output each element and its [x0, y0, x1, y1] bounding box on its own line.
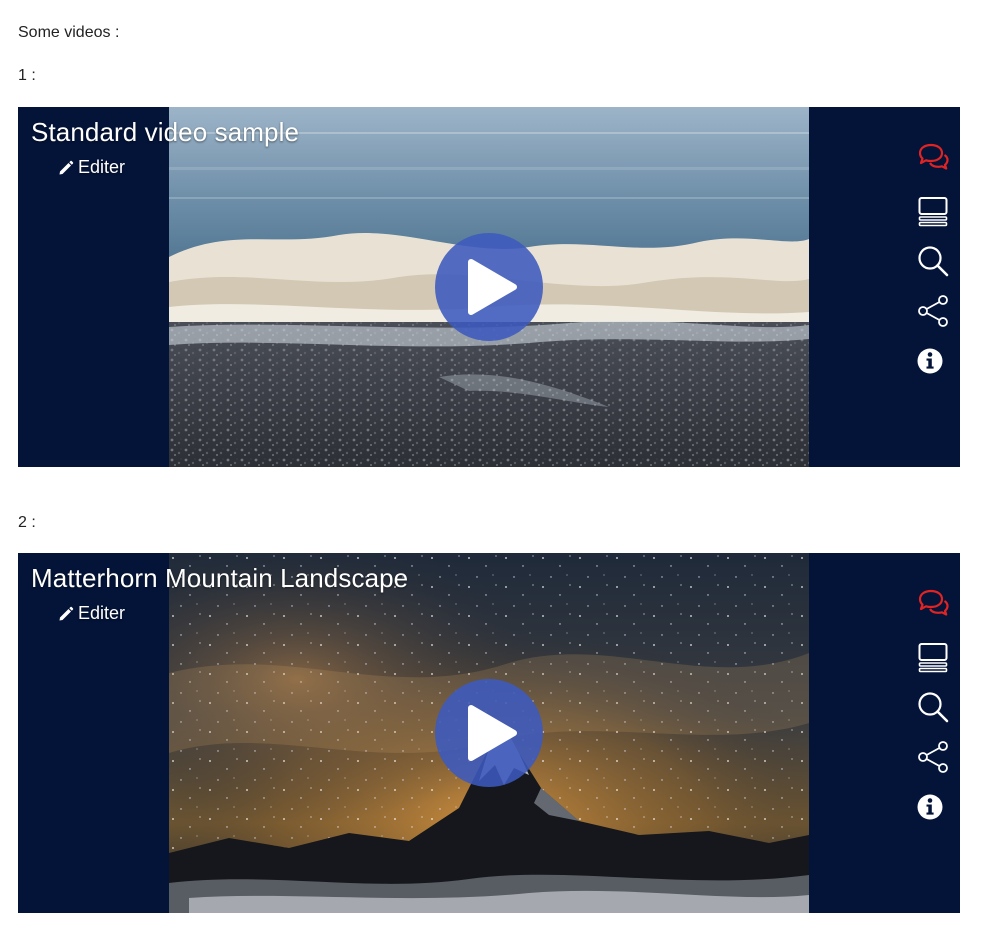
play-icon	[468, 259, 517, 315]
pencil-icon	[59, 160, 74, 174]
comments-icon	[918, 589, 949, 616]
edit-label: Editer	[78, 603, 126, 623]
video-index-label: 1 :	[18, 67, 36, 84]
intro-text: Some videos :	[18, 24, 120, 41]
video-title: Matterhorn Mountain Landscape	[31, 563, 409, 593]
chapters-icon	[918, 643, 948, 673]
play-button[interactable]	[435, 679, 543, 787]
search-button[interactable]	[916, 690, 950, 724]
play-icon	[468, 705, 517, 761]
share-icon	[918, 741, 948, 773]
info-button[interactable]	[916, 344, 950, 378]
search-icon	[918, 692, 949, 723]
search-icon	[918, 246, 949, 277]
info-icon	[917, 794, 943, 820]
chapters-icon	[918, 197, 948, 227]
chapters-button[interactable]	[916, 640, 950, 674]
comments-icon	[918, 143, 949, 170]
chapters-button[interactable]	[916, 194, 950, 228]
video-player[interactable]: Matterhorn Mountain Landscape Editer	[18, 553, 960, 913]
info-icon	[917, 348, 943, 374]
player-toolbar	[908, 567, 960, 820]
share-button[interactable]	[916, 740, 950, 774]
info-button[interactable]	[916, 790, 950, 824]
edit-link[interactable]: Editer	[58, 157, 125, 178]
comments-button[interactable]	[916, 141, 950, 175]
video-player[interactable]: Standard video sample Editer	[18, 107, 960, 467]
edit-link[interactable]: Editer	[58, 603, 125, 624]
player-toolbar	[908, 121, 960, 374]
play-button[interactable]	[435, 233, 543, 341]
share-button[interactable]	[916, 294, 950, 328]
comments-button[interactable]	[916, 587, 950, 621]
pencil-icon	[59, 606, 74, 620]
share-icon	[918, 295, 948, 327]
video-index-label: 2 :	[18, 514, 36, 531]
video-title: Standard video sample	[31, 117, 300, 147]
edit-label: Editer	[78, 157, 126, 177]
search-button[interactable]	[916, 244, 950, 278]
